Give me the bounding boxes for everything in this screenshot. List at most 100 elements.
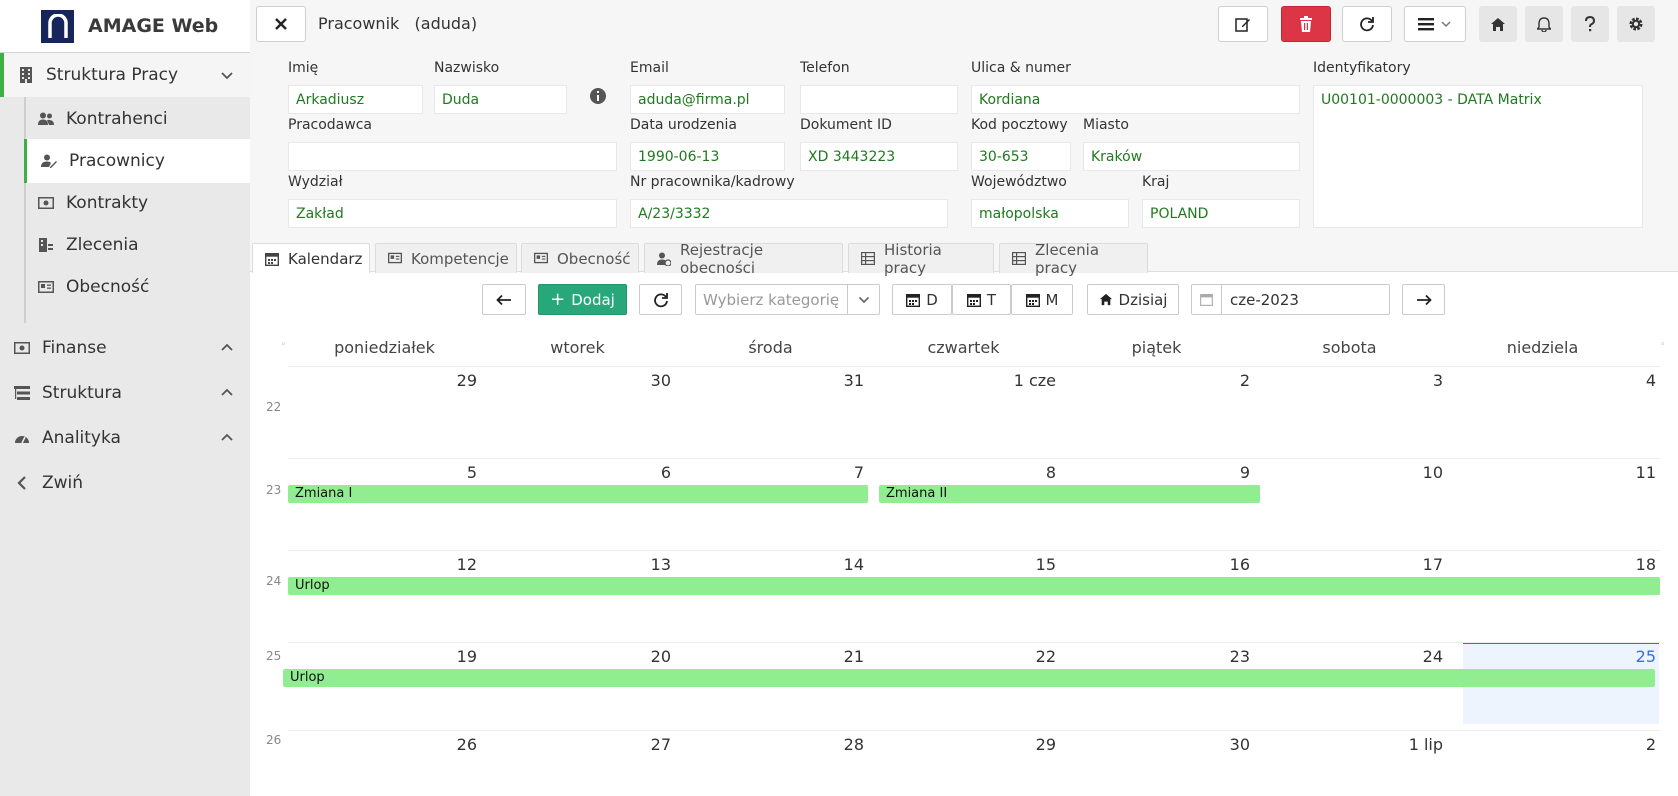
next-month-button[interactable] [1402, 284, 1445, 315]
sidebar-section-finanse[interactable]: Finanse [0, 326, 250, 370]
settings-button[interactable] [1617, 6, 1655, 42]
refresh-button[interactable] [1342, 6, 1392, 42]
home-button[interactable] [1479, 6, 1517, 42]
birth-date-field[interactable]: 1990-06-13 [630, 142, 785, 171]
list-icon [1012, 251, 1026, 266]
phone-field[interactable] [800, 85, 958, 114]
calendar-event[interactable]: Urlop [288, 577, 1660, 595]
voivodeship-field[interactable]: małopolska [971, 199, 1129, 228]
day-number[interactable]: 12 [288, 555, 477, 574]
employee-form: Imię Nazwisko Email Telefon Ulica & nume… [250, 48, 1678, 240]
day-number[interactable]: 18 [1446, 555, 1656, 574]
day-number[interactable]: 19 [288, 647, 477, 666]
department-field[interactable]: Zakład [288, 199, 617, 228]
tab-kalendarz[interactable]: Kalendarz [252, 243, 370, 273]
day-number[interactable]: 30 [1060, 735, 1250, 754]
sidebar-item-zlecenia[interactable]: Zlecenia [24, 223, 250, 267]
sidebar-item-pracownicy[interactable]: Pracownicy [24, 139, 250, 183]
identifiers-field[interactable]: U00101-0000003 - DATA Matrix [1313, 85, 1643, 228]
add-event-button[interactable]: + Dodaj [538, 284, 627, 315]
app-logo[interactable] [41, 9, 74, 43]
employer-field[interactable] [288, 142, 617, 171]
view-month-button[interactable]: M [1011, 284, 1073, 315]
sidebar-item-kontrakty[interactable]: Kontrakty [24, 181, 250, 225]
sidebar-collapse-button[interactable]: Zwiń [0, 461, 250, 505]
day-number[interactable]: 16 [1060, 555, 1250, 574]
day-number[interactable]: 11 [1446, 463, 1656, 482]
email-field[interactable]: aduda@firma.pl [630, 85, 785, 114]
edit-button[interactable] [1218, 6, 1268, 42]
sidebar-item-label: Kontrakty [66, 193, 149, 213]
notifications-button[interactable] [1525, 6, 1563, 42]
sidebar-section-struktura-pracy[interactable]: Struktura Pracy [0, 53, 250, 97]
day-number-today[interactable]: 25 [1446, 647, 1656, 666]
day-number[interactable]: 2 [1060, 371, 1250, 390]
city-label: Miasto [1083, 117, 1129, 133]
day-number[interactable]: 22 [867, 647, 1056, 666]
menu-dropdown-button[interactable] [1404, 6, 1466, 42]
help-button[interactable] [1571, 6, 1609, 42]
close-button[interactable] [256, 6, 306, 42]
month-picker[interactable]: cze-2023 [1191, 284, 1390, 315]
sidebar-section-analityka[interactable]: Analityka [0, 416, 250, 460]
day-number[interactable]: 10 [1253, 463, 1443, 482]
day-number[interactable]: 20 [481, 647, 671, 666]
calendar-event[interactable]: Zmiana II [879, 485, 1260, 503]
tab-rejestracje-obecnosci[interactable]: Rejestracje obecności [644, 241, 843, 277]
street-field[interactable]: Kordiana [971, 85, 1300, 114]
day-number[interactable]: 2 [1446, 735, 1656, 754]
day-number[interactable]: 30 [481, 371, 671, 390]
day-number[interactable]: 23 [1060, 647, 1250, 666]
day-number[interactable]: 24 [1253, 647, 1443, 666]
category-select[interactable]: Wybierz kategorię [695, 284, 880, 315]
day-number[interactable]: 1 cze [867, 371, 1056, 390]
select-toggle[interactable] [847, 285, 879, 314]
day-number[interactable]: 13 [481, 555, 671, 574]
day-number[interactable]: 28 [674, 735, 864, 754]
prev-month-button[interactable] [482, 284, 526, 315]
day-number[interactable]: 8 [867, 463, 1056, 482]
sidebar-item-kontrahenci[interactable]: Kontrahenci [24, 97, 250, 141]
tab-obecnosc[interactable]: Obecność [521, 243, 639, 273]
day-number[interactable]: 7 [674, 463, 864, 482]
tab-zlecenia-pracy[interactable]: Zlecenia pracy [999, 241, 1148, 277]
city-field[interactable]: Kraków [1083, 142, 1300, 171]
day-number[interactable]: 4 [1446, 371, 1656, 390]
day-number[interactable]: 29 [867, 735, 1056, 754]
delete-button[interactable] [1281, 6, 1331, 42]
day-number[interactable]: 9 [1060, 463, 1250, 482]
calendar-event[interactable]: Urlop [283, 669, 1655, 687]
day-number[interactable]: 6 [481, 463, 671, 482]
tab-kompetencje[interactable]: Kompetencje [375, 243, 517, 273]
day-number[interactable]: 14 [674, 555, 864, 574]
day-number[interactable]: 27 [481, 735, 671, 754]
sidebar-item-obecnosc[interactable]: Obecność [24, 265, 250, 309]
day-number[interactable]: 21 [674, 647, 864, 666]
view-week-label: T [986, 290, 997, 309]
day-number[interactable]: 29 [288, 371, 477, 390]
money-icon [14, 340, 30, 356]
day-number[interactable]: 1 lip [1253, 735, 1443, 754]
day-number[interactable]: 17 [1253, 555, 1443, 574]
last-name-field[interactable]: Duda [434, 85, 567, 114]
day-number[interactable]: 5 [288, 463, 477, 482]
day-number[interactable]: 31 [674, 371, 864, 390]
calendar-event[interactable]: Zmiana I [288, 485, 868, 503]
document-id-field[interactable]: XD 3443223 [800, 142, 958, 171]
employee-no-field[interactable]: A/23/3332 [630, 199, 948, 228]
day-number[interactable]: 3 [1253, 371, 1443, 390]
sidebar-section-struktura[interactable]: Struktura [0, 371, 250, 415]
view-day-button[interactable]: D [892, 284, 952, 315]
sidebar-item-label: Zlecenia [66, 235, 139, 255]
calendar-refresh-button[interactable] [639, 284, 682, 315]
today-button[interactable]: Dzisiaj [1087, 284, 1179, 315]
first-name-field[interactable]: Arkadiusz [288, 85, 423, 114]
postal-code-field[interactable]: 30-653 [971, 142, 1071, 171]
tab-historia-pracy[interactable]: Historia pracy [848, 241, 994, 277]
day-number[interactable]: 26 [288, 735, 477, 754]
day-number[interactable]: 15 [867, 555, 1056, 574]
country-field[interactable]: POLAND [1142, 199, 1300, 228]
info-icon[interactable] [590, 88, 606, 104]
last-name-label: Nazwisko [434, 60, 500, 76]
view-week-button[interactable]: T [952, 284, 1011, 315]
